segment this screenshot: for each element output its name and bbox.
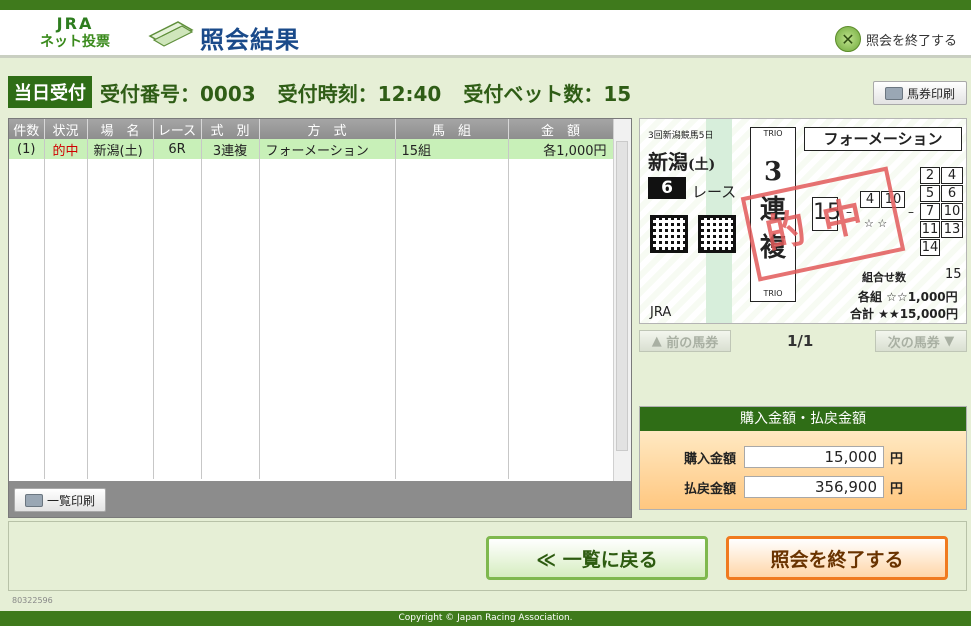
arrow-down-icon: ▼: [944, 333, 955, 349]
table-header-row: 件数 状況 場 名 レース 式 別 方 式 馬 組 金 額: [9, 119, 614, 139]
ticket-trio-bottom: TRIO: [763, 289, 783, 298]
receipt-info-bar: 当日受付 受付番号：0003 受付時刻：12:40 受付ベット数：15: [8, 76, 632, 108]
ticket-meet: 3回新潟競馬5日: [648, 131, 714, 141]
exit-inquiry-top-label: 照会を終了する: [866, 33, 958, 49]
end-inquiry-button[interactable]: 照会を終了する: [726, 536, 948, 580]
list-print-label: 一覧印刷: [46, 493, 95, 508]
back-to-list-button[interactable]: ≪ 一覧に戻る: [486, 536, 708, 580]
ticket-third-horse: 13: [941, 221, 963, 238]
purchase-yen: 円: [890, 451, 904, 467]
ticket-print-button[interactable]: 馬券印刷: [873, 81, 967, 105]
ticket-combos-label: 組合せ数: [862, 271, 906, 284]
qr-code-icon: [698, 215, 736, 253]
refund-value: 356,900: [744, 476, 884, 498]
footer: Copyright © Japan Racing Association.: [0, 611, 971, 626]
ticket-third-horse: 10: [941, 203, 963, 220]
cell-bet-type: 3連複: [201, 139, 260, 159]
purchase-label: 購入金額: [683, 451, 736, 467]
table-row[interactable]: (1) 的中 新潟(土) 6R 3連複 フォーメーション 15組 各1,000円: [9, 139, 614, 159]
ticket-page-indicator: 1/1: [787, 332, 814, 350]
col-header-venue: 場 名: [87, 119, 154, 139]
doc-code: 80322596: [12, 596, 53, 605]
logo-line2: ネット投票: [40, 34, 110, 50]
ticket-third-horse: 5: [920, 185, 940, 202]
col-header-count: 件数: [9, 119, 45, 139]
ticket-third-horse: 11: [920, 221, 940, 238]
list-print-button[interactable]: 一覧印刷: [14, 488, 106, 512]
exit-inquiry-top-button[interactable]: ✕ 照会を終了する: [835, 24, 957, 54]
printer-icon: [24, 493, 43, 507]
refund-row: 払戻金額 356,900 円: [640, 475, 968, 499]
ticket-total-amount: 合計 ★★15,000円: [850, 307, 959, 321]
page-title: 照会結果: [200, 26, 300, 54]
table-scrollbar[interactable]: [613, 119, 631, 481]
next-ticket-button[interactable]: 次の馬券 ▼: [875, 330, 967, 352]
refund-yen: 円: [890, 481, 904, 497]
col-header-amount: 金 額: [508, 119, 614, 139]
table-empty-area: [9, 159, 614, 479]
cell-method: フォーメーション: [259, 139, 396, 159]
ticket-image: 3回新潟競馬5日 新潟(土) 6 レース JRA TRIO 3 連 複 TRIO…: [639, 118, 967, 324]
scrollbar-thumb[interactable]: [616, 141, 628, 451]
col-header-method: 方 式: [259, 119, 396, 139]
ticket-dash: –: [908, 205, 914, 219]
purchase-row: 購入金額 15,000 円: [640, 445, 968, 469]
col-header-bet-type: 式 別: [201, 119, 260, 139]
next-ticket-label: 次の馬券: [887, 335, 940, 351]
ticket-print-label: 馬券印刷: [906, 86, 955, 101]
header: JRA ネット投票 照会結果 ✕ 照会を終了する: [0, 10, 971, 58]
col-header-status: 状況: [44, 119, 88, 139]
ticket-day: (土): [688, 157, 716, 173]
ticket-each-amount: 各組 ☆☆1,000円: [858, 290, 958, 304]
receipt-bet-count: 受付ベット数：15: [463, 81, 632, 106]
ticket-third-horse: 4: [941, 167, 963, 184]
ticket-jra: JRA: [650, 305, 672, 320]
ticket-third-horse: 14: [920, 239, 940, 256]
ticket-trio-top: TRIO: [763, 129, 783, 138]
cell-status: 的中: [44, 139, 88, 159]
amount-title: 購入金額・払戻金額: [640, 407, 966, 431]
ticket-venue: 新潟(土): [648, 146, 715, 175]
col-header-race: レース: [153, 119, 202, 139]
ticket-icon: [148, 21, 194, 47]
top-bar: [0, 0, 971, 10]
cell-venue: 新潟(土): [87, 139, 154, 159]
logo-line1: JRA: [56, 14, 94, 33]
close-icon: ✕: [835, 26, 861, 52]
ticket-third-horse: 7: [920, 203, 940, 220]
ticket-race-label: レース: [692, 183, 737, 201]
receipt-number: 受付番号：0003: [100, 81, 256, 106]
same-day-badge: 当日受付: [8, 76, 92, 108]
arrow-up-icon: ▲: [651, 333, 662, 349]
printer-icon: [884, 86, 903, 100]
amount-panel: 購入金額・払戻金額 購入金額 15,000 円 払戻金額 356,900 円: [639, 406, 967, 510]
ticket-venue-name: 新潟: [648, 150, 688, 174]
cell-amount: 各1,000円: [508, 139, 614, 159]
ticket-third-horse: 6: [941, 185, 963, 202]
ticket-third-horse: 2: [920, 167, 940, 184]
prev-ticket-label: 前の馬券: [666, 335, 719, 351]
prev-ticket-button[interactable]: ▲ 前の馬券: [639, 330, 731, 352]
result-list-panel: 件数 状況 場 名 レース 式 別 方 式 馬 組 金 額 (1) 的中 新潟(…: [8, 118, 632, 518]
cell-race: 6R: [153, 139, 202, 159]
cell-combo: 15組: [395, 139, 509, 159]
receipt-time: 受付時刻：12:40: [277, 81, 442, 106]
result-table: 件数 状況 場 名 レース 式 別 方 式 馬 組 金 額 (1) 的中 新潟(…: [9, 119, 614, 479]
ticket-combos-value: 15: [945, 267, 962, 282]
cell-count: (1): [9, 139, 45, 159]
result-list: 件数 状況 場 名 レース 式 別 方 式 馬 組 金 額 (1) 的中 新潟(…: [9, 119, 631, 481]
purchase-value: 15,000: [744, 446, 884, 468]
bet-type-char: 3: [763, 157, 783, 187]
qr-code-icon: [650, 215, 688, 253]
ticket-race-number: 6: [648, 177, 686, 199]
ticket-method: フォーメーション: [804, 127, 962, 151]
refund-label: 払戻金額: [683, 481, 736, 497]
col-header-combo: 馬 組: [395, 119, 509, 139]
jra-logo: JRA ネット投票: [30, 15, 120, 55]
